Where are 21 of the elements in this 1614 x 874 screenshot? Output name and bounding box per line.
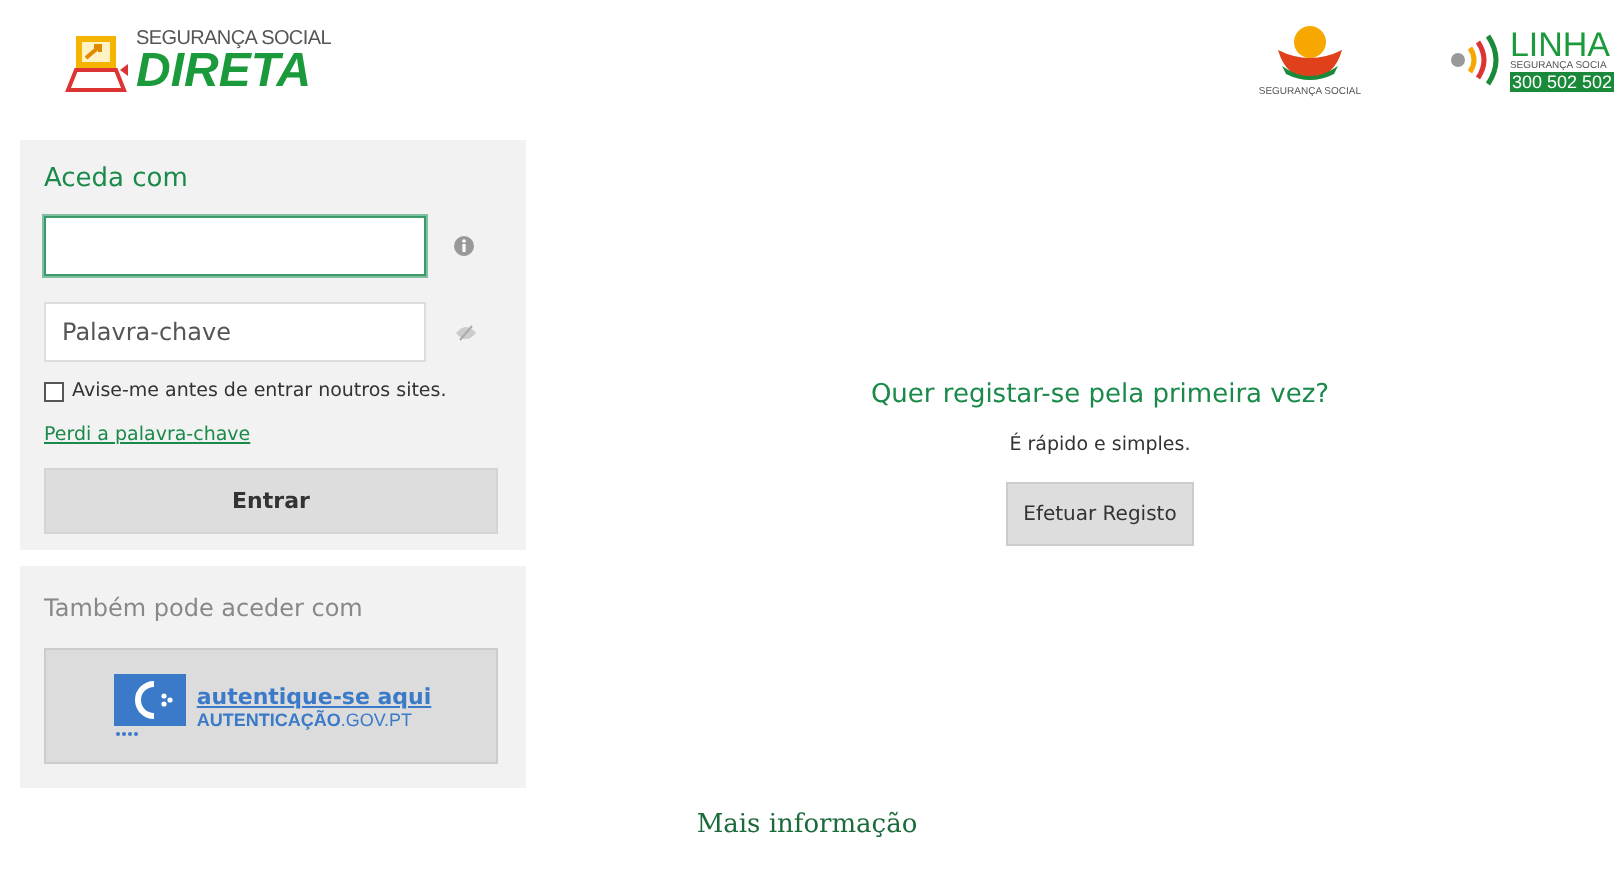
info-icon[interactable] bbox=[454, 236, 474, 256]
computer-arrow-logo-icon bbox=[64, 33, 132, 93]
password-field[interactable]: Palavra-chave bbox=[44, 302, 426, 362]
brand-tagline: SEGURANÇA SOCIAL bbox=[136, 27, 331, 49]
gov-auth-logo-icon bbox=[110, 674, 191, 738]
hotline-number: 300 502 502 bbox=[1509, 71, 1614, 91]
more-info-link[interactable]: Mais informação bbox=[696, 810, 918, 840]
login-button[interactable]: Entrar bbox=[44, 468, 498, 534]
remember-label: Avise-me antes de entrar noutros sites. bbox=[72, 380, 447, 402]
alternative-login-title: Também pode aceder com bbox=[44, 594, 365, 622]
username-field[interactable] bbox=[44, 216, 426, 276]
hotline-title: LINHA bbox=[1509, 29, 1613, 59]
eye-slash-icon[interactable] bbox=[454, 323, 478, 341]
sound-waves-icon bbox=[1447, 34, 1504, 86]
register-title: Quer registar-se pela primeira vez? bbox=[870, 380, 1330, 410]
register-subtitle: É rápido e simples. bbox=[1009, 434, 1191, 456]
register-button[interactable]: Efetuar Registo bbox=[1005, 482, 1195, 546]
remember-checkbox[interactable] bbox=[44, 381, 64, 401]
forgot-password-link[interactable]: Perdi a palavra-chave bbox=[44, 424, 251, 446]
brand-name: DIRETA bbox=[136, 49, 312, 93]
login-title: Aceda com bbox=[44, 164, 190, 194]
